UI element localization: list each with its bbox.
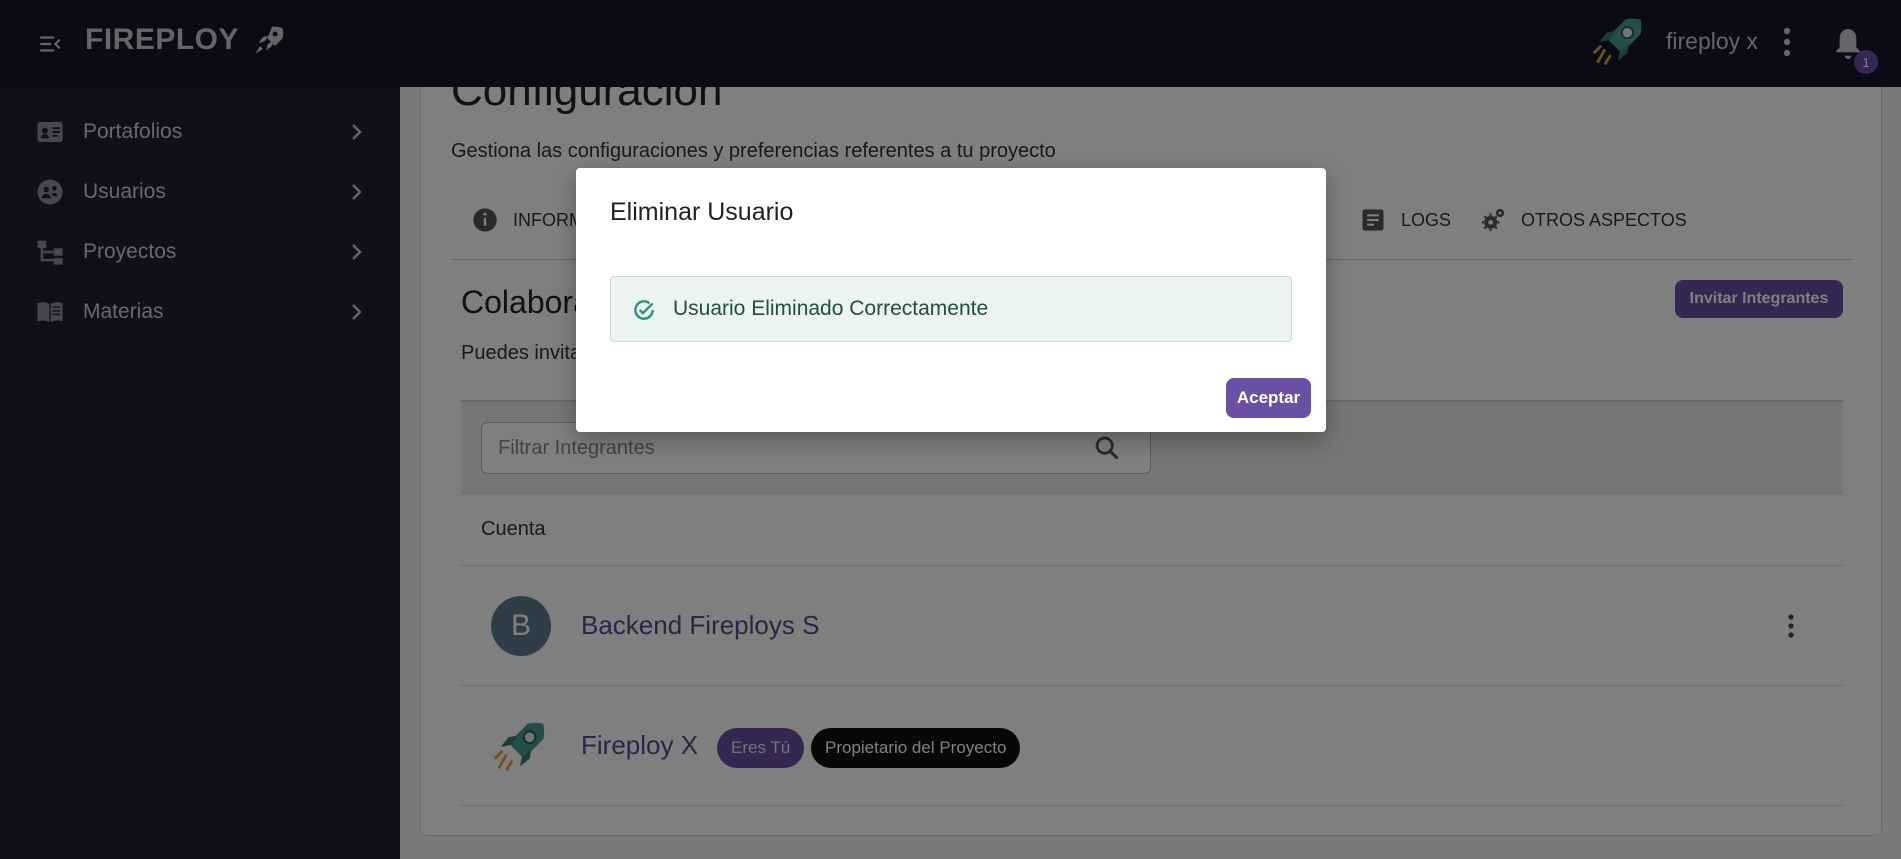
alert-message: Usuario Eliminado Correctamente: [673, 297, 989, 320]
accept-button[interactable]: Aceptar: [1226, 378, 1311, 418]
success-alert: Usuario Eliminado Correctamente: [610, 276, 1292, 342]
delete-user-dialog: Eliminar Usuario Usuario Eliminado Corre…: [576, 168, 1326, 432]
dialog-title: Eliminar Usuario: [610, 198, 794, 226]
check-circle-icon: [634, 300, 654, 320]
